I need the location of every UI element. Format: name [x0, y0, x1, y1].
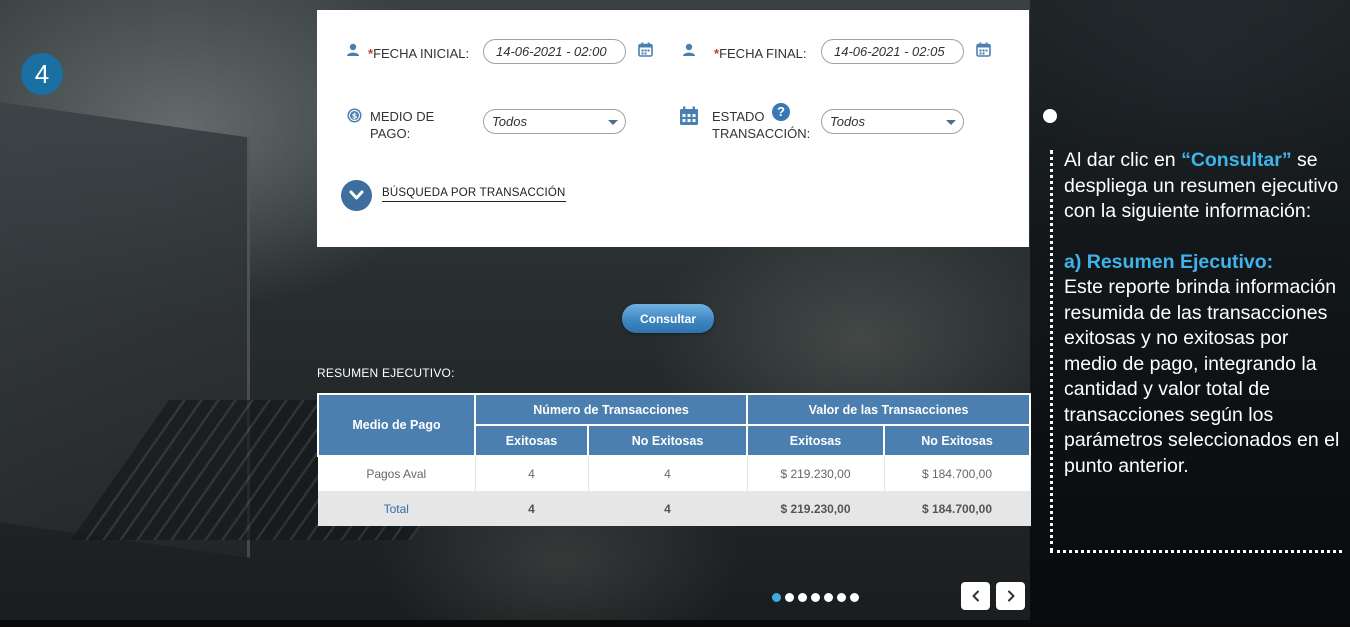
cell-total-val-no-exitosas: $ 184.700,00 [884, 491, 1031, 526]
step-number-badge: 4 [21, 53, 63, 95]
explanation-block: a) Resumen Ejecutivo: Este reporte brind… [1064, 250, 1344, 480]
chevron-right-icon [1007, 590, 1014, 602]
cell-total-val-exitosas: $ 219.230,00 [747, 491, 885, 526]
estado-transaccion-label: ESTADO TRANSACCIÓN: [712, 108, 810, 142]
user-icon [683, 43, 695, 56]
search-form-card: *FECHA INICIAL: 14-06-2021 - 02:00 *FECH… [317, 10, 1029, 247]
carousel-dots [772, 593, 859, 602]
header-valor-transacciones: Valor de las Transacciones [746, 393, 1031, 426]
carousel-dot[interactable] [824, 593, 833, 602]
callout-dotted-line-horizontal [1050, 550, 1342, 553]
calendar-grid-icon [680, 106, 698, 125]
cell-val-exitosas: $ 219.230,00 [747, 456, 885, 491]
carousel-dot[interactable] [850, 593, 859, 602]
expand-busqueda-button[interactable] [341, 180, 372, 211]
carousel-dot[interactable] [772, 593, 781, 602]
money-icon: $ [347, 108, 362, 123]
next-slide-button[interactable] [996, 582, 1025, 610]
carousel-dot[interactable] [837, 593, 846, 602]
cell-val-no-exitosas: $ 184.700,00 [884, 456, 1031, 491]
explanation-body: Este reporte brinda información resumida… [1064, 276, 1340, 477]
estado-label-line2: TRANSACCIÓN: [712, 126, 811, 141]
cell-num-no-exitosas: 4 [588, 456, 748, 491]
intro-accent: “Consultar” [1181, 149, 1292, 171]
chevron-down-icon [608, 120, 618, 125]
cell-total-label: Total [318, 491, 476, 526]
cell-total-num-exitosas: 4 [475, 491, 589, 526]
calendar-icon[interactable] [976, 42, 991, 57]
chevron-left-icon [972, 590, 979, 602]
callout-dotted-line-vertical [1050, 150, 1053, 552]
fecha-inicial-input[interactable]: 14-06-2021 - 02:00 [483, 39, 626, 64]
user-icon [347, 43, 359, 56]
explanation-heading: a) Resumen Ejecutivo: [1064, 250, 1274, 273]
medio-pago-label-line2: PAGO: [370, 126, 411, 141]
medio-pago-label: MEDIO DE PAGO: [370, 108, 434, 142]
header-val-no-exitosas: No Exitosas [883, 424, 1031, 457]
estado-label-line1: ESTADO [712, 109, 765, 124]
medio-pago-selected-value: Todos [492, 114, 527, 129]
fecha-final-label-text: FECHA FINAL: [719, 46, 807, 61]
table-row: Pagos Aval 4 4 $ 219.230,00 $ 184.700,00 [318, 456, 1031, 491]
explanation-text: Al dar clic en “Consultar” se despliega … [1064, 148, 1344, 479]
fecha-final-input[interactable]: 14-06-2021 - 02:05 [821, 39, 964, 64]
estado-selected-value: Todos [830, 114, 865, 129]
explanation-intro: Al dar clic en “Consultar” se despliega … [1064, 148, 1344, 225]
resumen-ejecutivo-title: RESUMEN EJECUTIVO: [317, 366, 455, 380]
help-icon[interactable]: ? [772, 103, 790, 121]
resumen-ejecutivo-table: Medio de Pago Número de Transacciones Va… [317, 393, 1031, 526]
chevron-down-icon [349, 190, 364, 200]
header-val-exitosas: Exitosas [746, 424, 885, 457]
cell-medio: Pagos Aval [318, 456, 476, 491]
header-numero-transacciones: Número de Transacciones [474, 393, 748, 426]
fecha-inicial-label-text: FECHA INICIAL: [373, 46, 470, 61]
header-num-exitosas: Exitosas [474, 424, 589, 457]
consultar-button[interactable]: Consultar [622, 304, 714, 333]
cell-total-num-no-exitosas: 4 [588, 491, 748, 526]
estado-transaccion-select[interactable]: Todos [821, 109, 964, 134]
bottom-bar [0, 620, 1350, 627]
fecha-inicial-label: *FECHA INICIAL: [368, 45, 469, 62]
busqueda-por-transaccion-link[interactable]: BÚSQUEDA POR TRANSACCIÓN [382, 187, 566, 202]
medio-pago-label-line1: MEDIO DE [370, 109, 435, 124]
intro-text-1: Al dar clic en [1064, 149, 1182, 171]
cell-num-exitosas: 4 [475, 456, 589, 491]
carousel-dot[interactable] [811, 593, 820, 602]
svg-text:$: $ [352, 112, 358, 121]
fecha-final-label: *FECHA FINAL: [714, 45, 806, 62]
header-medio-pago: Medio de Pago [317, 393, 476, 457]
calendar-icon[interactable] [638, 42, 653, 57]
callout-marker [1043, 109, 1057, 123]
chevron-down-icon [946, 120, 956, 125]
carousel-dot[interactable] [785, 593, 794, 602]
total-row: Total 4 4 $ 219.230,00 $ 184.700,00 [318, 491, 1031, 526]
carousel-dot[interactable] [798, 593, 807, 602]
header-num-no-exitosas: No Exitosas [587, 424, 748, 457]
medio-pago-select[interactable]: Todos [483, 109, 626, 134]
prev-slide-button[interactable] [961, 582, 990, 610]
